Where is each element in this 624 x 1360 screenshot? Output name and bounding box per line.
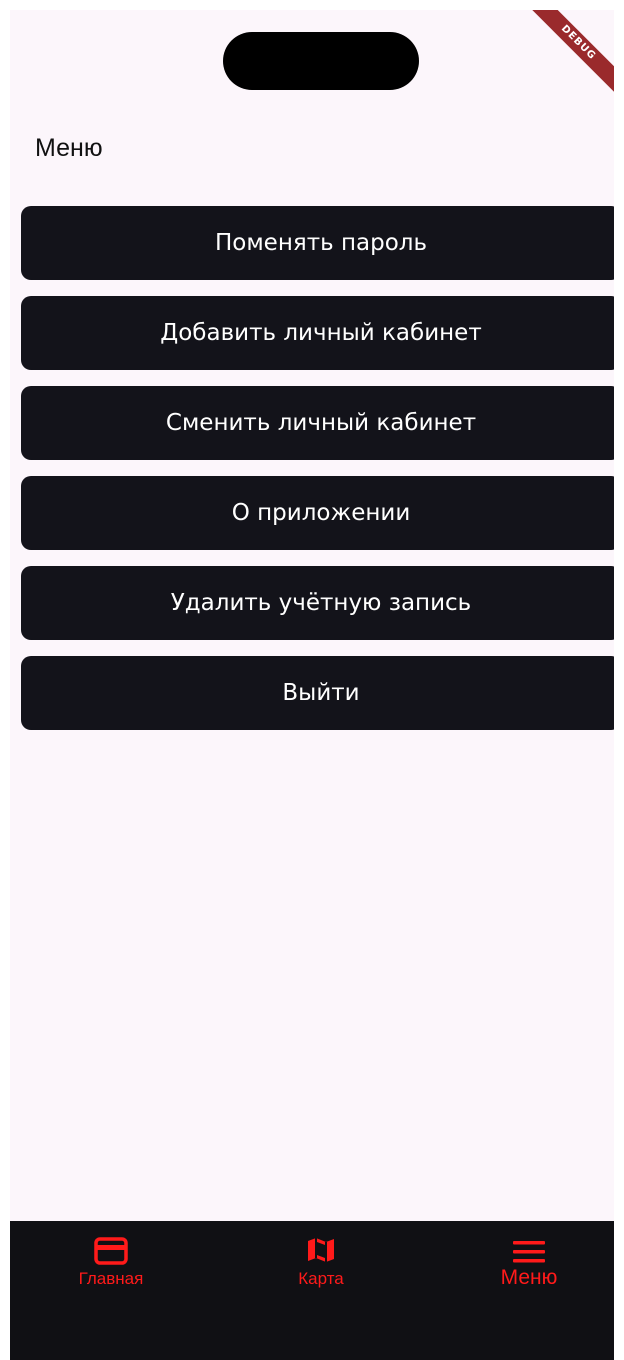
nav-label-map: Карта bbox=[298, 1269, 344, 1288]
add-account-button[interactable]: Добавить личный кабинет bbox=[21, 296, 614, 370]
nav-item-map[interactable]: Карта bbox=[261, 1221, 381, 1311]
debug-banner-label: DEBUG bbox=[522, 10, 614, 99]
switch-account-button[interactable]: Сменить личный кабинет bbox=[21, 386, 614, 460]
delete-account-button[interactable]: Удалить учётную запись bbox=[21, 566, 614, 640]
app-screen: DEBUG Меню Поменять пароль Добавить личн… bbox=[10, 10, 614, 1360]
nav-label-home: Главная bbox=[78, 1269, 144, 1288]
change-password-button[interactable]: Поменять пароль bbox=[21, 206, 614, 280]
nav-label-menu: Меню bbox=[500, 1266, 558, 1289]
map-icon bbox=[308, 1238, 334, 1262]
bottom-navigation: Главная Карта Меню bbox=[10, 1221, 614, 1360]
logout-button[interactable]: Выйти bbox=[21, 656, 614, 730]
debug-banner: DEBUG bbox=[494, 10, 614, 130]
page-title: Меню bbox=[35, 134, 103, 162]
dynamic-island bbox=[223, 32, 419, 90]
nav-item-home[interactable]: Главная bbox=[51, 1221, 171, 1311]
nav-item-menu[interactable]: Меню bbox=[469, 1221, 589, 1311]
menu-list: Поменять пароль Добавить личный кабинет … bbox=[21, 206, 614, 746]
about-app-button[interactable]: О приложении bbox=[21, 476, 614, 550]
card-icon bbox=[94, 1237, 128, 1265]
hamburger-menu-icon bbox=[513, 1241, 545, 1263]
